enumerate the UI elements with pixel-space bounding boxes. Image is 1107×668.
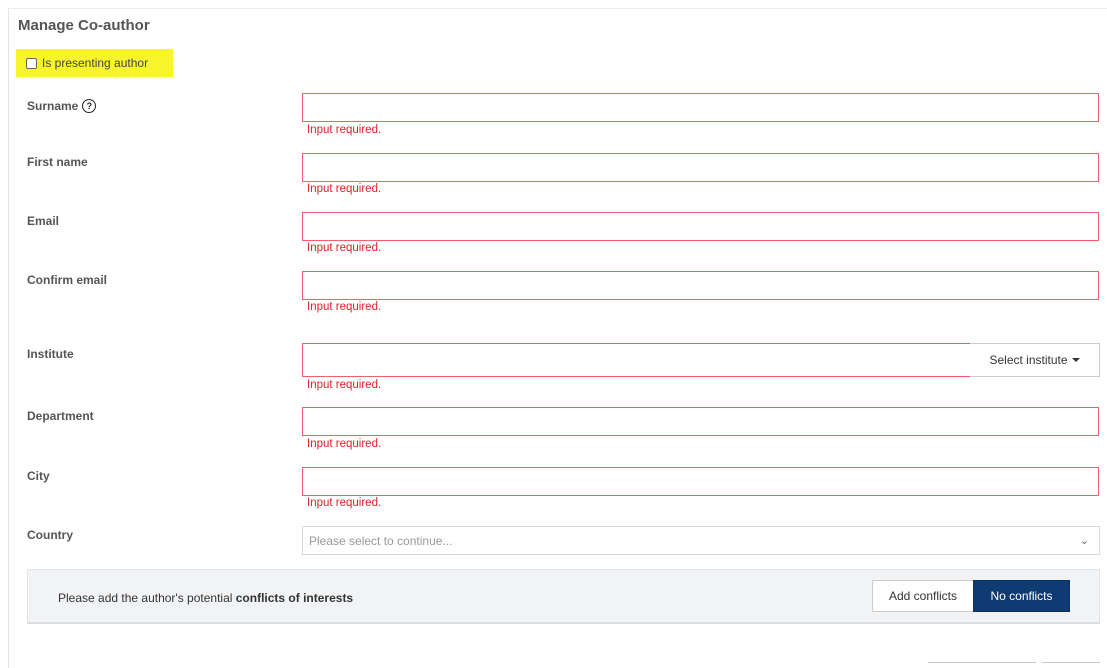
select-institute-button[interactable]: Select institute — [970, 343, 1100, 377]
country-select[interactable]: Please select to continue... ⌄ — [302, 526, 1100, 555]
confirm-email-label: Confirm email — [27, 273, 108, 287]
first-name-error: Input required. — [307, 183, 382, 195]
add-conflicts-button[interactable]: Add conflicts — [872, 580, 974, 612]
email-input[interactable] — [302, 212, 1099, 241]
department-input[interactable] — [302, 407, 1099, 436]
institute-input[interactable] — [302, 343, 971, 377]
city-input[interactable] — [302, 467, 1099, 496]
surname-input[interactable] — [302, 93, 1099, 122]
city-error: Input required. — [307, 497, 382, 509]
first-name-input[interactable] — [302, 153, 1099, 182]
institute-error: Input required. — [307, 379, 382, 391]
confirm-email-input[interactable] — [302, 271, 1099, 300]
presenting-author-checkbox[interactable]: Is presenting author — [16, 49, 173, 77]
surname-error: Input required. — [307, 124, 382, 136]
confirm-email-error: Input required. — [307, 301, 382, 313]
chevron-down-icon: ⌄ — [1079, 535, 1089, 547]
email-error: Input required. — [307, 242, 382, 254]
help-icon[interactable]: ? — [82, 99, 97, 113]
caret-down-icon — [1071, 358, 1080, 362]
presenting-author-label: Is presenting author — [42, 56, 149, 70]
department-label: Department — [27, 409, 94, 423]
institute-label: Institute — [27, 347, 74, 361]
email-label: Email — [27, 214, 60, 228]
country-placeholder: Please select to continue... — [309, 533, 453, 548]
department-error: Input required. — [307, 438, 382, 450]
partial-button[interactable] — [1042, 662, 1100, 667]
first-name-label: First name — [27, 155, 88, 169]
no-conflicts-button[interactable]: No conflicts — [973, 580, 1070, 612]
checkbox-icon[interactable] — [26, 57, 37, 69]
country-label: Country — [27, 528, 73, 542]
page-title: Manage Co-author — [18, 17, 150, 34]
city-label: City — [27, 469, 50, 483]
partial-button[interactable] — [928, 662, 1036, 667]
surname-label: Surname ? — [27, 99, 97, 113]
conflicts-text: Please add the author's potential confli… — [58, 591, 354, 605]
